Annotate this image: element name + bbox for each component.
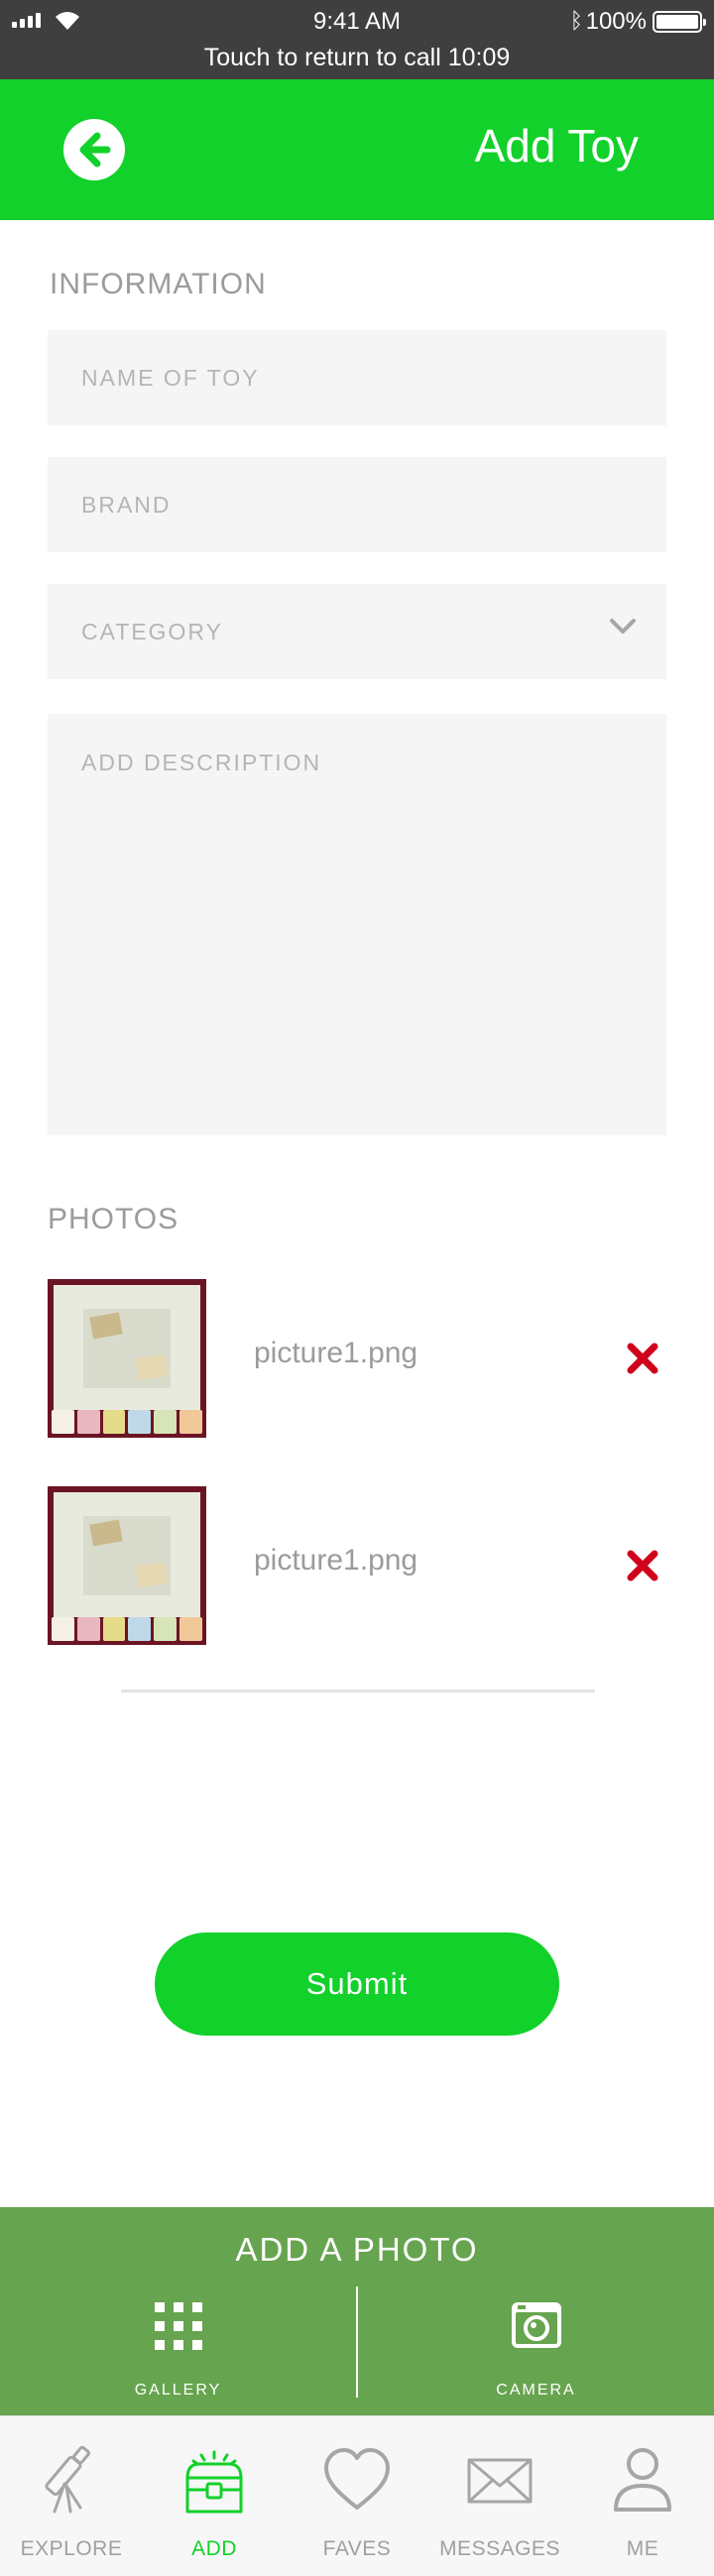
gallery-label: GALLERY — [134, 2382, 222, 2399]
photo-thumbnail[interactable] — [48, 1279, 206, 1438]
gallery-button[interactable]: GALLERY — [0, 2284, 356, 2403]
grid-icon — [154, 2302, 202, 2350]
photo-filename: picture1.png — [254, 1337, 418, 1369]
information-heading: INFORMATION — [50, 268, 267, 300]
tab-bar: EXPLORE ADD FAVES MESSAGES ME — [0, 2415, 714, 2576]
tab-label: ME — [626, 2537, 659, 2560]
photos-heading: PHOTOS — [48, 1203, 179, 1235]
category-select-label: CATEGORY — [81, 619, 223, 644]
tab-messages[interactable]: MESSAGES — [428, 2416, 571, 2576]
tab-label: EXPLORE — [20, 2537, 123, 2560]
status-bar-top: 9:41 AM ᛒ 100% — [0, 6, 714, 40]
back-button[interactable] — [63, 119, 125, 180]
add-photo-title: ADD A PHOTO — [235, 2231, 479, 2268]
bluetooth-icon: ᛒ — [569, 8, 583, 33]
call-banner[interactable]: Touch to return to call 10:09 — [0, 44, 714, 72]
heart-icon — [324, 2448, 390, 2510]
submit-button[interactable]: Submit — [155, 1932, 559, 2036]
tab-me[interactable]: ME — [571, 2416, 714, 2576]
toy-name-input[interactable] — [48, 330, 666, 425]
battery-percent: 100% — [585, 8, 647, 35]
telescope-icon — [45, 2445, 91, 2514]
chevron-down-icon — [610, 619, 636, 634]
tab-label: ADD — [191, 2537, 237, 2560]
page-title: Add Toy — [474, 120, 639, 172]
photo-item: picture1.png — [48, 1279, 666, 1438]
divider — [121, 1690, 595, 1693]
tab-label: FAVES — [322, 2537, 392, 2560]
status-bar: 9:41 AM ᛒ 100% Touch to return to call 1… — [0, 0, 714, 79]
add-photo-panel: ADD A PHOTO GALLERY CAMERA — [0, 2207, 714, 2415]
photo-filename: picture1.png — [254, 1544, 418, 1577]
camera-button[interactable]: CAMERA — [358, 2284, 714, 2403]
camera-icon — [511, 2302, 561, 2348]
tab-label: MESSAGES — [439, 2537, 560, 2560]
photo-item: picture1.png — [48, 1486, 666, 1645]
envelope-icon — [467, 2458, 533, 2504]
battery-icon — [653, 11, 706, 33]
toy-chest-icon — [185, 2450, 243, 2514]
arrow-left-circle-icon — [79, 132, 111, 168]
photo-thumbnail[interactable] — [48, 1486, 206, 1645]
remove-photo-button[interactable] — [623, 1339, 662, 1378]
close-x-icon — [627, 1343, 658, 1374]
remove-photo-button[interactable] — [623, 1546, 662, 1585]
description-textarea[interactable] — [48, 714, 666, 1135]
tab-faves[interactable]: FAVES — [286, 2416, 428, 2576]
close-x-icon — [627, 1550, 658, 1581]
user-icon — [614, 2448, 671, 2512]
category-select[interactable]: CATEGORY — [48, 584, 666, 679]
tab-explore[interactable]: EXPLORE — [0, 2416, 143, 2576]
camera-label: CAMERA — [496, 2382, 576, 2399]
tab-add[interactable]: ADD — [143, 2416, 286, 2576]
brand-input[interactable] — [48, 457, 666, 552]
header: Add Toy — [0, 79, 714, 220]
